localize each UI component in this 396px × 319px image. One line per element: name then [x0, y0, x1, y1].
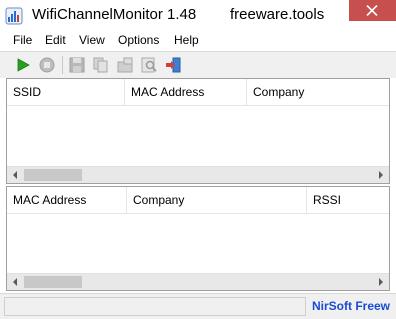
- column-mac-address[interactable]: MAC Address: [7, 187, 127, 213]
- scroll-thumb[interactable]: [24, 169, 82, 181]
- stop-icon[interactable]: [38, 56, 56, 74]
- list-header: SSID MAC Address Company: [7, 79, 389, 106]
- scroll-right-button[interactable]: [372, 274, 389, 290]
- chevron-right-icon: [379, 171, 383, 179]
- status-text: [4, 297, 306, 316]
- status-bar: NirSoft Freew: [0, 293, 396, 319]
- column-company[interactable]: Company: [247, 79, 389, 105]
- chevron-left-icon: [13, 278, 17, 286]
- menu-file[interactable]: File: [13, 33, 32, 48]
- toolbar-separator: [62, 56, 63, 74]
- menu-bar: File Edit View Options Help: [0, 31, 396, 50]
- horizontal-scrollbar[interactable]: [7, 166, 389, 183]
- chevron-left-icon: [13, 171, 17, 179]
- copy-icon[interactable]: [92, 56, 110, 74]
- scroll-left-button[interactable]: [7, 167, 24, 183]
- window-title-extra: freeware.tools: [230, 6, 325, 23]
- column-company[interactable]: Company: [127, 187, 307, 213]
- menu-edit[interactable]: Edit: [45, 33, 66, 48]
- stations-list[interactable]: MAC Address Company RSSI: [6, 186, 390, 291]
- menu-help[interactable]: Help: [174, 33, 199, 48]
- title-bar[interactable]: WifiChannelMonitor 1.48 freeware.tools: [0, 0, 396, 31]
- wifi-app-icon: [5, 7, 23, 25]
- play-icon[interactable]: [14, 56, 32, 74]
- menu-options[interactable]: Options: [118, 33, 159, 48]
- scroll-thumb[interactable]: [24, 276, 82, 288]
- horizontal-scrollbar[interactable]: [7, 273, 389, 290]
- save-icon[interactable]: [68, 56, 86, 74]
- chevron-right-icon: [379, 278, 383, 286]
- scroll-left-button[interactable]: [7, 274, 24, 290]
- access-points-list[interactable]: SSID MAC Address Company: [6, 78, 390, 184]
- window-title: WifiChannelMonitor 1.48: [32, 6, 197, 23]
- column-mac-address[interactable]: MAC Address: [125, 79, 247, 105]
- column-ssid[interactable]: SSID: [7, 79, 125, 105]
- scroll-right-button[interactable]: [372, 167, 389, 183]
- properties-icon[interactable]: [116, 56, 134, 74]
- app-window: WifiChannelMonitor 1.48 freeware.tools F…: [0, 0, 396, 319]
- close-button[interactable]: [349, 0, 396, 21]
- find-icon[interactable]: [140, 56, 158, 74]
- menu-view[interactable]: View: [79, 33, 105, 48]
- list-header: MAC Address Company RSSI: [7, 187, 389, 214]
- column-rssi[interactable]: RSSI: [307, 187, 389, 213]
- close-icon: [366, 5, 378, 16]
- exit-icon[interactable]: [164, 56, 182, 74]
- toolbar: [0, 51, 396, 78]
- nirsoft-link[interactable]: NirSoft Freew: [312, 298, 390, 315]
